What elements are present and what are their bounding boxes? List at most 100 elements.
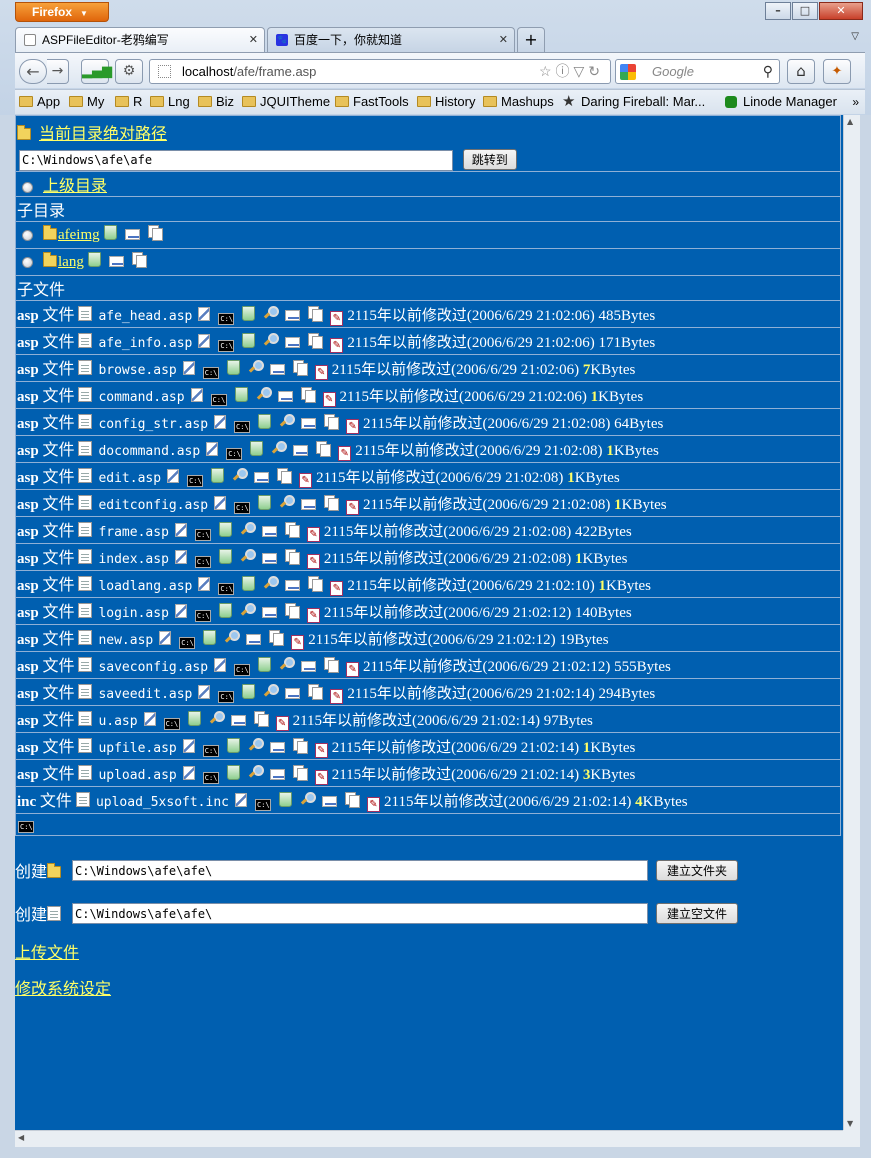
bookmark-folder-history[interactable]: History	[415, 90, 475, 114]
recycle-bin-icon[interactable]	[242, 684, 256, 699]
edit-icon[interactable]	[174, 604, 187, 618]
system-settings-link[interactable]: 修改系统设定	[15, 975, 111, 999]
close-tab-icon[interactable]: ✕	[249, 28, 258, 52]
bookmark-daring-fireball[interactable]: ★ Daring Fireball: Mar...	[561, 90, 705, 114]
terminal-icon[interactable]: C:\	[202, 367, 219, 379]
delete-icon[interactable]: ✎	[346, 419, 360, 434]
edit-icon[interactable]	[235, 793, 247, 807]
copy-icon[interactable]	[345, 792, 360, 808]
rename-icon[interactable]	[269, 769, 285, 780]
terminal-icon[interactable]: C:\	[255, 799, 271, 811]
copy-icon[interactable]	[292, 738, 308, 754]
copy-icon[interactable]	[324, 495, 340, 511]
search-icon[interactable]	[279, 657, 296, 672]
signal-bars-button[interactable]: ▂▄▆	[81, 59, 112, 84]
edit-icon[interactable]	[214, 496, 227, 510]
terminal-icon[interactable]: C:\	[218, 691, 235, 703]
search-icon[interactable]	[263, 684, 280, 699]
rename-icon[interactable]	[285, 310, 301, 321]
copy-icon[interactable]	[253, 711, 269, 727]
copy-icon[interactable]	[308, 576, 324, 592]
recycle-bin-icon[interactable]	[258, 657, 272, 672]
terminal-icon[interactable]: C:\	[202, 745, 219, 757]
edit-icon[interactable]	[182, 739, 195, 753]
edit-icon[interactable]	[198, 307, 211, 321]
rename-icon[interactable]	[269, 364, 285, 375]
firefox-menu-button[interactable]: Firefox ▼	[15, 2, 109, 22]
edit-icon[interactable]	[167, 469, 180, 483]
bookmark-linode-manager[interactable]: Linode Manager	[723, 90, 837, 114]
recycle-bin-icon[interactable]	[211, 468, 225, 483]
bookmark-folder-my[interactable]: My	[67, 90, 104, 114]
terminal-icon[interactable]: C:\	[218, 313, 235, 325]
rename-icon[interactable]	[322, 796, 337, 807]
search-icon[interactable]	[263, 306, 280, 321]
recycle-bin-icon[interactable]	[218, 549, 232, 564]
delete-icon[interactable]: ✎	[330, 689, 344, 704]
extension-button[interactable]: ⚙	[115, 59, 143, 84]
edit-icon[interactable]	[214, 658, 227, 672]
rename-icon[interactable]	[254, 472, 270, 483]
recycle-bin-icon[interactable]	[234, 387, 248, 402]
recycle-bin-icon[interactable]	[258, 414, 272, 429]
copy-icon[interactable]	[147, 225, 163, 241]
recycle-bin-icon[interactable]	[242, 333, 256, 348]
search-icon[interactable]	[248, 738, 264, 753]
rename-icon[interactable]	[285, 337, 301, 348]
delete-icon[interactable]: ✎	[314, 770, 328, 785]
terminal-icon[interactable]: C:\	[163, 718, 180, 730]
delete-icon[interactable]: ✎	[291, 635, 305, 650]
create-folder-button[interactable]: 建立文件夹	[656, 860, 739, 881]
rename-icon[interactable]	[230, 715, 246, 726]
bookmark-folder-app[interactable]: App	[17, 90, 60, 114]
recycle-bin-icon[interactable]	[226, 738, 240, 753]
rename-icon[interactable]	[261, 553, 277, 564]
terminal-icon[interactable]: C:\	[187, 475, 204, 487]
rename-icon[interactable]	[277, 391, 293, 402]
upload-file-link[interactable]: 上传文件	[15, 939, 79, 963]
search-icon[interactable]	[271, 441, 288, 456]
horizontal-scrollbar[interactable]: ◀▶	[15, 1130, 858, 1147]
list-all-tabs-icon[interactable]: ▽	[851, 31, 859, 42]
rename-icon[interactable]	[261, 526, 277, 537]
terminal-icon[interactable]: C:\	[179, 637, 196, 649]
search-icon[interactable]	[240, 549, 256, 564]
terminal-icon[interactable]: C:\	[234, 421, 251, 433]
tab-baidu[interactable]: 🐾 百度一下，你就知道 ✕	[267, 27, 515, 52]
terminal-icon[interactable]: C:\	[218, 583, 235, 595]
recycle-bin-icon[interactable]	[218, 522, 232, 537]
recycle-bin-icon[interactable]	[242, 576, 256, 591]
delete-icon[interactable]: ✎	[299, 473, 313, 488]
search-icon[interactable]	[209, 711, 225, 726]
rename-icon[interactable]	[285, 580, 301, 591]
copy-icon[interactable]	[277, 468, 293, 484]
subdir-link[interactable]: lang	[58, 254, 84, 270]
delete-icon[interactable]: ✎	[322, 392, 336, 407]
delete-icon[interactable]: ✎	[338, 446, 352, 461]
recycle-bin-icon[interactable]	[87, 252, 101, 267]
rename-icon[interactable]	[108, 256, 124, 267]
edit-icon[interactable]	[159, 631, 172, 645]
minimize-button[interactable]: –	[765, 2, 791, 20]
search-icon[interactable]	[240, 603, 256, 618]
edit-icon[interactable]	[182, 766, 195, 780]
create-file-button[interactable]: 建立空文件	[656, 903, 739, 924]
delete-icon[interactable]: ✎	[330, 311, 344, 326]
recycle-bin-icon[interactable]	[103, 225, 117, 240]
recycle-bin-icon[interactable]	[203, 630, 217, 645]
search-icon[interactable]	[232, 468, 249, 483]
home-button[interactable]: ⌂	[787, 59, 815, 84]
copy-icon[interactable]	[300, 387, 316, 403]
copy-icon[interactable]	[284, 549, 300, 565]
delete-icon[interactable]: ✎	[306, 554, 320, 569]
copy-icon[interactable]	[292, 360, 308, 376]
search-icon[interactable]	[263, 333, 280, 348]
rename-icon[interactable]	[269, 742, 285, 753]
recycle-bin-icon[interactable]	[187, 711, 201, 726]
copy-icon[interactable]	[324, 657, 340, 673]
edit-icon[interactable]	[198, 334, 211, 348]
delete-icon[interactable]: ✎	[314, 365, 328, 380]
new-tab-button[interactable]: +	[517, 27, 545, 52]
search-icon[interactable]	[248, 765, 264, 780]
terminal-icon[interactable]: C:\	[218, 340, 235, 352]
